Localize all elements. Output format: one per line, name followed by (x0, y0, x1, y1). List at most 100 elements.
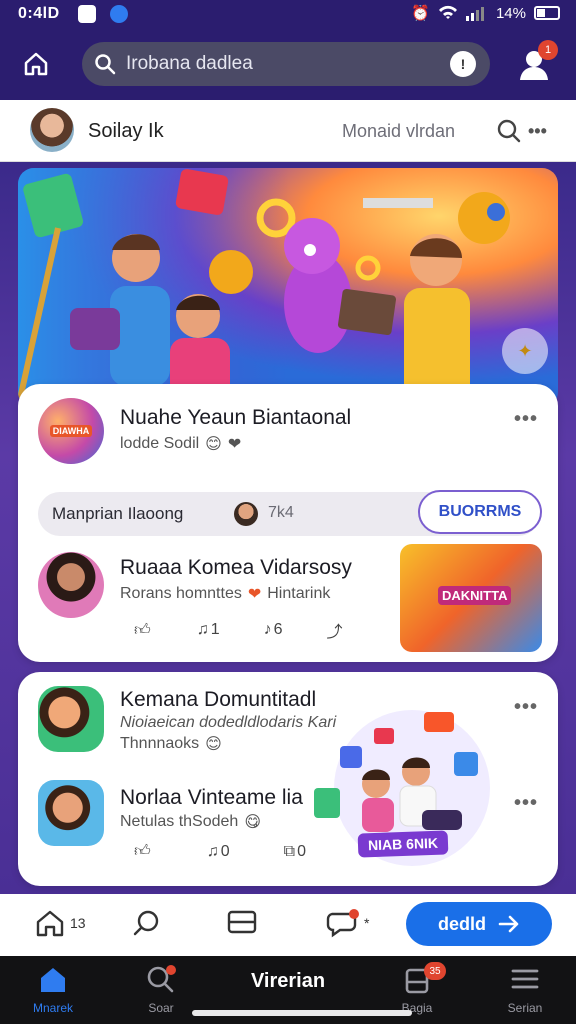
pill-count: 7k4 (268, 504, 294, 521)
arrow-right-icon (498, 915, 519, 933)
action-bar: 13 * dedld (0, 894, 576, 956)
post-body-line: Thnnnaoks (120, 735, 200, 752)
search-action[interactable] (132, 908, 162, 938)
post-subtitle-row: Rorans homnttes ❤ Hintarink (120, 584, 330, 604)
search-icon (147, 965, 176, 993)
music-icon: ♫ (206, 842, 219, 860)
music-count: 0 (220, 842, 230, 860)
notification-app-icon (78, 5, 96, 23)
profile-name[interactable]: Soilay Ik (88, 120, 164, 143)
account-button[interactable]: 1 (516, 40, 558, 84)
hero-action-button[interactable]: ✦ (502, 328, 548, 374)
post-subtitle-row: Netulas thSodeh 😋 (120, 812, 261, 832)
profile-bar: Soilay Ik Monaid vlrdan ••• (0, 100, 576, 162)
like-icon: 👍︎ (134, 621, 151, 639)
more-icon[interactable]: ••• (514, 792, 538, 815)
share-button[interactable]: ⤴ (327, 618, 345, 642)
nav-center-title[interactable]: Virerian (200, 970, 376, 993)
home-icon (24, 52, 48, 76)
chat-count: * (364, 915, 370, 931)
menu-icon (511, 969, 539, 989)
thumbnail-label: DAKNITTA (438, 586, 512, 605)
search-icon[interactable] (496, 118, 522, 144)
like-icon: 👍︎ (134, 843, 151, 860)
nav-badge: 35 (424, 962, 446, 980)
pill-label: Manprian Ilaoong (52, 504, 184, 523)
top-bar: Irobana dadlea ! 1 (0, 30, 576, 100)
home-icon (36, 910, 64, 937)
wifi-icon (438, 5, 457, 19)
reaction-row: 👍︎ ♫ 1 ♪ 6 ⤴ (134, 618, 345, 642)
notification-app-icon (110, 5, 128, 23)
battery-text: 14% (495, 4, 526, 22)
like-button[interactable]: 👍︎ (134, 842, 153, 861)
profile-avatar[interactable] (30, 108, 74, 152)
more-icon[interactable]: ••• (514, 408, 538, 431)
post-avatar[interactable] (38, 780, 104, 846)
home-indicator[interactable] (192, 1010, 412, 1016)
search-icon (133, 910, 159, 936)
nav-item-home[interactable]: Mnarek (18, 964, 88, 1015)
bottom-nav: Mnarek Soar Virerian 35 Bagia Serian (0, 956, 576, 1024)
post-subtitle-tail: Hintarink (267, 585, 331, 602)
profile-secondary-text[interactable]: Monaid vlrdan (342, 121, 455, 142)
hero-banner[interactable]: ✦ (18, 168, 558, 408)
heart-emoji-icon: ❤ (247, 586, 262, 603)
post-title[interactable]: Nuahe Yeaun Biantaonal (120, 406, 351, 430)
nav-item-search[interactable]: Soar (126, 964, 196, 1015)
avatar-label: DIAWHA (49, 425, 93, 437)
search-info-icon[interactable]: ! (450, 51, 476, 77)
note-icon: ♪ (263, 621, 272, 638)
alarm-icon: ⏰ (411, 5, 430, 22)
post-subtitle-row: lodde Sodil 😊 ❤ (120, 434, 241, 454)
post-thumbnail[interactable]: DAKNITTA (400, 544, 542, 652)
pill-action-button[interactable]: BUORRMS (418, 490, 542, 534)
heart-emoji-icon: ❤ (227, 436, 242, 453)
copy-icon: ⧉ (283, 842, 296, 860)
more-icon[interactable]: ••• (514, 696, 538, 719)
nav-label: Soar (148, 1001, 174, 1015)
hero-illustration (18, 168, 558, 408)
copy-button[interactable]: ⧉ 0 (284, 843, 306, 861)
post-avatar[interactable] (38, 552, 104, 618)
note-count: 6 (273, 621, 283, 638)
tray-icon (227, 910, 257, 934)
note-button[interactable]: ♪ 6 (264, 621, 283, 639)
home-action[interactable]: 13 (34, 908, 86, 938)
pill-row[interactable]: Manprian Ilaoong 7k4 BUORRMS (38, 490, 542, 536)
chat-action[interactable]: * (326, 908, 369, 938)
home-button[interactable] (18, 46, 54, 82)
signal-icon (465, 7, 484, 21)
music-button[interactable]: ♫ 1 (197, 621, 220, 639)
primary-action-button[interactable]: dedld (406, 902, 552, 946)
nav-label: Serian (507, 1001, 543, 1015)
search-input[interactable]: Irobana dadlea (126, 53, 450, 75)
nav-item-menu[interactable]: Serian (490, 964, 560, 1015)
post-subtitle: lodde Sodil (120, 435, 200, 452)
inbox-action[interactable] (226, 908, 258, 936)
post-title[interactable]: Norlaa Vinteame lia (120, 786, 303, 810)
sticker-label: NIAB 6NIK (357, 830, 449, 858)
notification-badge: 1 (538, 40, 558, 60)
music-button[interactable]: ♫ 0 (207, 843, 230, 861)
status-bar: 0:4lD ⏰ 14% (0, 0, 576, 30)
search-bar[interactable]: Irobana dadlea ! (82, 42, 490, 86)
feed-area: ✦ DIAWHA Nuahe Yeaun Biantaonal lodde So… (0, 162, 576, 894)
post-subtitle: Netulas thSodeh (120, 813, 239, 830)
home-icon (41, 968, 65, 992)
post-card: DIAWHA Nuahe Yeaun Biantaonal lodde Sodi… (18, 384, 558, 662)
post-title[interactable]: Ruaaa Komea Vidarsosy (120, 556, 352, 580)
reaction-row: 👍︎ ♫ 0 ⧉ 0 (134, 842, 306, 861)
search-icon (95, 54, 116, 75)
share-icon: ⤴ (326, 624, 343, 641)
post-title[interactable]: Kemana Domuntitadl (120, 688, 316, 712)
pill-avatar (234, 502, 258, 526)
like-button[interactable]: 👍︎ (134, 621, 153, 640)
post-avatar[interactable]: DIAWHA (38, 398, 104, 464)
post-subtitle: Rorans homnttes (120, 585, 242, 602)
post-avatar[interactable] (38, 686, 104, 752)
primary-action-label: dedld (438, 913, 486, 934)
battery-icon (534, 6, 560, 20)
more-icon[interactable]: ••• (528, 121, 547, 142)
nav-item-inbox[interactable]: 35 Bagia (382, 962, 452, 1015)
